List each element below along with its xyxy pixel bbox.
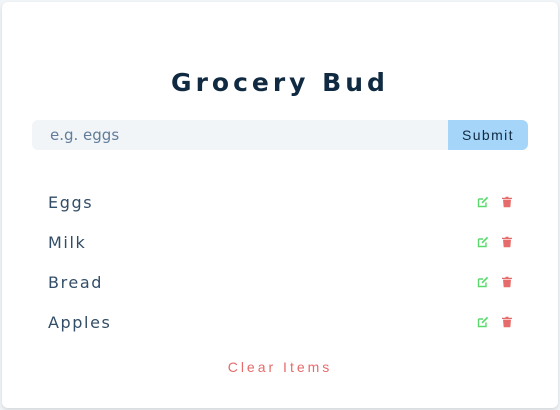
edit-icon — [477, 236, 489, 248]
item-actions — [476, 195, 518, 209]
grocery-list: Eggs Milk Bread Apples — [48, 182, 518, 342]
edit-button[interactable] — [476, 235, 490, 249]
trash-icon — [502, 236, 512, 248]
delete-button[interactable] — [500, 275, 514, 289]
list-item: Eggs — [48, 182, 518, 222]
edit-icon — [477, 276, 489, 288]
grocery-form: Submit — [32, 120, 528, 150]
list-item: Milk — [48, 222, 518, 262]
edit-button[interactable] — [476, 195, 490, 209]
list-item: Apples — [48, 302, 518, 342]
edit-button[interactable] — [476, 275, 490, 289]
delete-button[interactable] — [500, 195, 514, 209]
clear-items-button[interactable]: Clear Items — [2, 358, 558, 376]
trash-icon — [502, 196, 512, 208]
item-title: Bread — [48, 272, 104, 292]
delete-button[interactable] — [500, 315, 514, 329]
item-title: Milk — [48, 232, 87, 252]
edit-button[interactable] — [476, 315, 490, 329]
trash-icon — [502, 316, 512, 328]
grocery-card: Grocery Bud Submit Eggs Milk — [2, 2, 558, 408]
trash-icon — [502, 276, 512, 288]
item-title: Apples — [48, 312, 112, 332]
page-title: Grocery Bud — [171, 68, 389, 97]
edit-icon — [477, 196, 489, 208]
item-actions — [476, 235, 518, 249]
submit-button[interactable]: Submit — [448, 120, 528, 150]
delete-button[interactable] — [500, 235, 514, 249]
item-title: Eggs — [48, 192, 94, 212]
grocery-input[interactable] — [32, 120, 448, 150]
item-actions — [476, 275, 518, 289]
item-actions — [476, 315, 518, 329]
list-item: Bread — [48, 262, 518, 302]
edit-icon — [477, 316, 489, 328]
